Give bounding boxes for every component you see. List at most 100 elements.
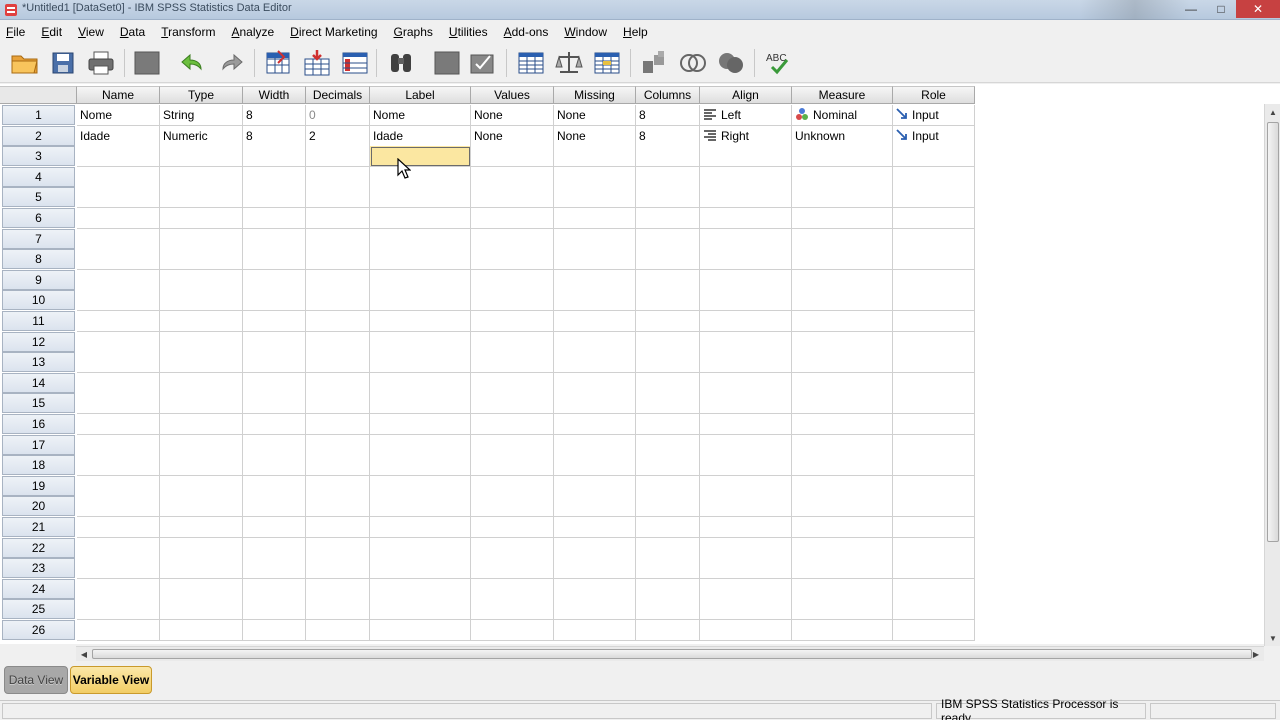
cell-role[interactable] [893, 393, 975, 414]
cell-columns[interactable] [636, 167, 700, 188]
cell-decimals[interactable] [306, 290, 370, 311]
menu-window[interactable]: Window [564, 25, 607, 39]
split-file-icon[interactable] [514, 47, 548, 79]
cell-align[interactable]: Left [700, 105, 792, 126]
cell-label[interactable] [370, 393, 471, 414]
cell-decimals[interactable] [306, 270, 370, 291]
cell-label[interactable] [370, 558, 471, 579]
cell-align[interactable] [700, 290, 792, 311]
cell-role[interactable] [893, 352, 975, 373]
cell-name[interactable]: Idade [77, 126, 160, 147]
cell-name[interactable] [77, 146, 160, 167]
cell-values[interactable] [471, 167, 554, 188]
cell-missing[interactable] [554, 455, 636, 476]
use-variable-sets-icon[interactable] [676, 47, 710, 79]
cell-label[interactable] [370, 496, 471, 517]
cell-label[interactable] [370, 435, 471, 456]
cell-width[interactable] [243, 599, 306, 620]
cell-missing[interactable] [554, 435, 636, 456]
cell-values[interactable] [471, 249, 554, 270]
cell-missing[interactable] [554, 496, 636, 517]
cell-width[interactable] [243, 620, 306, 641]
cell-type[interactable] [160, 435, 243, 456]
row-number[interactable]: 13 [2, 352, 75, 372]
row-number[interactable]: 14 [2, 373, 75, 393]
row-number[interactable]: 21 [2, 517, 75, 537]
cell-name[interactable] [77, 352, 160, 373]
cell-align[interactable] [700, 270, 792, 291]
cell-missing[interactable] [554, 414, 636, 435]
cell-role[interactable] [893, 558, 975, 579]
scroll-left-arrow-icon[interactable]: ◀ [77, 647, 91, 661]
cell-type[interactable] [160, 229, 243, 250]
cell-width[interactable] [243, 455, 306, 476]
column-header-decimals[interactable]: Decimals [306, 86, 370, 104]
cell-width[interactable]: 8 [243, 126, 306, 147]
menu-edit[interactable]: Edit [41, 25, 62, 39]
cell-decimals[interactable] [306, 538, 370, 559]
cell-type[interactable] [160, 455, 243, 476]
cell-measure[interactable] [792, 579, 893, 600]
cell-decimals[interactable] [306, 373, 370, 394]
cell-role[interactable] [893, 538, 975, 559]
cell-label[interactable] [370, 229, 471, 250]
cell-label[interactable] [370, 249, 471, 270]
menu-data[interactable]: Data [120, 25, 145, 39]
cell-columns[interactable] [636, 393, 700, 414]
cell-name[interactable] [77, 393, 160, 414]
cell-align[interactable] [700, 208, 792, 229]
cell-measure[interactable]: Unknown [792, 126, 893, 147]
find-icon[interactable] [384, 47, 418, 79]
row-number[interactable]: 18 [2, 455, 75, 475]
column-header-label[interactable]: Label [370, 86, 471, 104]
menu-help[interactable]: Help [623, 25, 648, 39]
cell-name[interactable] [77, 496, 160, 517]
cell-align[interactable] [700, 249, 792, 270]
cell-columns[interactable] [636, 146, 700, 167]
cell-columns[interactable]: 8 [636, 126, 700, 147]
cell-missing[interactable] [554, 620, 636, 641]
scroll-up-arrow-icon[interactable]: ▲ [1265, 104, 1280, 120]
cell-missing[interactable] [554, 599, 636, 620]
row-number[interactable]: 11 [2, 311, 75, 331]
cell-width[interactable] [243, 332, 306, 353]
cell-measure[interactable] [792, 332, 893, 353]
cell-role[interactable] [893, 290, 975, 311]
cell-align[interactable] [700, 517, 792, 538]
cell-decimals[interactable] [306, 476, 370, 497]
cell-name[interactable] [77, 435, 160, 456]
cell-decimals[interactable] [306, 620, 370, 641]
cell-columns[interactable] [636, 352, 700, 373]
cell-missing[interactable] [554, 579, 636, 600]
cell-values[interactable] [471, 352, 554, 373]
cell-missing[interactable] [554, 290, 636, 311]
cell-name[interactable] [77, 476, 160, 497]
cell-decimals[interactable] [306, 414, 370, 435]
cell-align[interactable] [700, 373, 792, 394]
row-number[interactable]: 22 [2, 538, 75, 558]
cell-missing[interactable] [554, 393, 636, 414]
row-number[interactable]: 12 [2, 332, 75, 352]
cell-columns[interactable] [636, 187, 700, 208]
cell-type[interactable] [160, 187, 243, 208]
menu-file[interactable]: File [6, 25, 25, 39]
cell-align[interactable] [700, 352, 792, 373]
cell-role[interactable] [893, 599, 975, 620]
cell-width[interactable] [243, 476, 306, 497]
tab-variable-view[interactable]: Variable View [70, 666, 152, 694]
cell-values[interactable] [471, 435, 554, 456]
cell-role[interactable] [893, 167, 975, 188]
cell-align[interactable] [700, 187, 792, 208]
row-number[interactable]: 19 [2, 476, 75, 496]
cell-measure[interactable] [792, 517, 893, 538]
column-header-name[interactable]: Name [77, 86, 160, 104]
cell-measure[interactable] [792, 187, 893, 208]
cell-width[interactable] [243, 414, 306, 435]
cell-type[interactable] [160, 270, 243, 291]
cell-values[interactable] [471, 146, 554, 167]
dialog-recall-icon[interactable] [130, 47, 164, 79]
spell-check-icon[interactable]: ABC [760, 47, 794, 79]
cell-label[interactable] [370, 517, 471, 538]
row-number[interactable]: 8 [2, 249, 75, 269]
cell-label[interactable] [370, 352, 471, 373]
